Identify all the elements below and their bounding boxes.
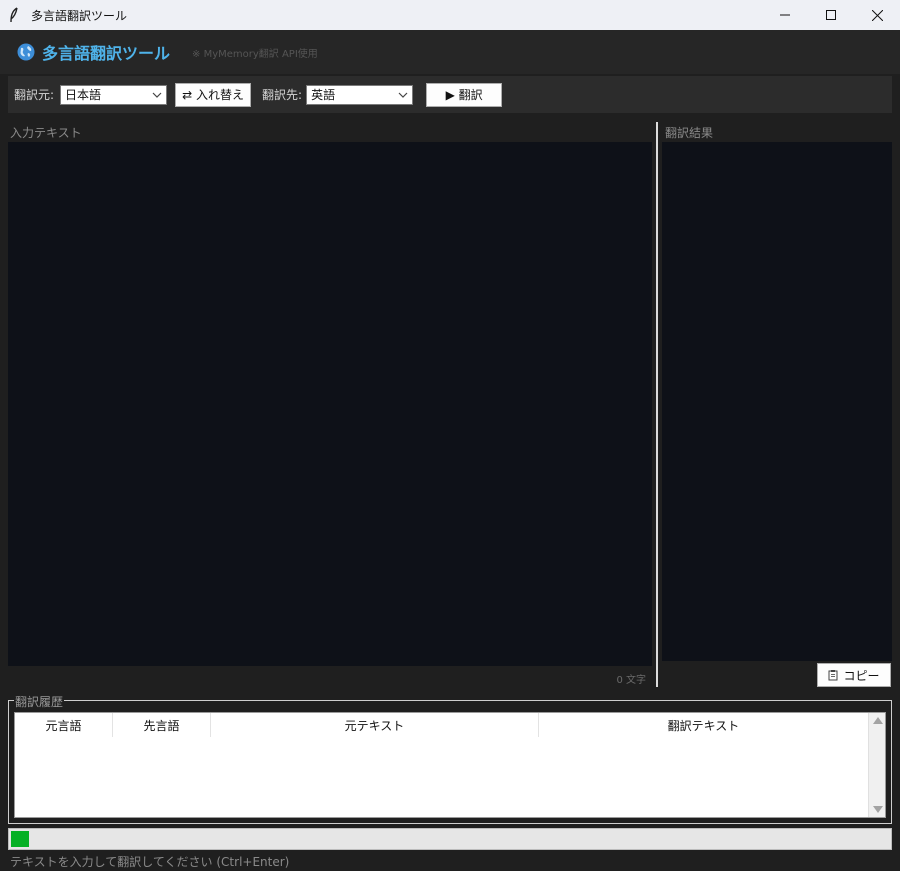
copy-button[interactable]: コピー	[817, 663, 891, 687]
column-translated-text[interactable]: 翻訳テキスト	[539, 713, 869, 737]
column-source-text[interactable]: 元テキスト	[211, 713, 539, 737]
source-language-value: 日本語	[65, 88, 102, 102]
close-icon	[871, 9, 883, 21]
feather-icon	[9, 7, 21, 23]
history-legend: 翻訳履歴	[14, 693, 65, 710]
char-count: 0 文字	[616, 675, 646, 686]
minimize-button[interactable]	[762, 0, 808, 30]
language-toolbar: 翻訳元: 日本語 ⇄ 入れ替え 翻訳先: 英語 ▶ 翻訳	[8, 76, 892, 113]
swap-languages-button[interactable]: ⇄ 入れ替え	[175, 82, 252, 107]
minimize-icon	[780, 14, 790, 16]
maximize-button[interactable]	[808, 0, 854, 30]
translate-button[interactable]: ▶ 翻訳	[426, 82, 503, 107]
status-text: テキストを入力して翻訳してください (Ctrl+Enter)	[10, 855, 290, 869]
chevron-down-icon	[398, 92, 408, 98]
globe-icon	[17, 43, 35, 61]
api-note: ※ MyMemory翻訳 API使用	[192, 48, 318, 60]
column-source-language[interactable]: 元言語	[15, 713, 113, 737]
window-titlebar: 多言語翻訳ツール	[0, 0, 900, 30]
chevron-down-icon	[152, 92, 162, 98]
output-textarea[interactable]	[662, 142, 892, 661]
history-scrollbar[interactable]	[868, 713, 885, 817]
input-text-label: 入力テキスト	[10, 126, 82, 140]
panel-divider[interactable]	[656, 122, 658, 687]
progress-fill	[11, 831, 29, 847]
copy-label: コピー	[843, 668, 880, 683]
source-language-label: 翻訳元:	[14, 88, 55, 102]
clipboard-icon	[828, 670, 838, 681]
scroll-down-icon[interactable]	[873, 806, 883, 813]
scroll-up-icon[interactable]	[873, 717, 883, 724]
app-title: 多言語翻訳ツール	[42, 44, 171, 63]
target-language-select[interactable]: 英語	[306, 84, 414, 105]
source-language-select[interactable]: 日本語	[60, 84, 168, 105]
target-language-value: 英語	[311, 88, 336, 102]
history-table[interactable]: 元言語 先言語 元テキスト 翻訳テキスト	[14, 712, 886, 818]
column-target-language[interactable]: 先言語	[113, 713, 211, 737]
history-table-header: 元言語 先言語 元テキスト 翻訳テキスト	[15, 713, 885, 737]
maximize-icon	[826, 10, 836, 20]
input-textarea[interactable]	[8, 142, 652, 666]
app-header: 多言語翻訳ツール ※ MyMemory翻訳 API使用	[0, 30, 900, 74]
close-button[interactable]	[854, 0, 900, 30]
target-language-label: 翻訳先:	[262, 88, 303, 102]
window-title: 多言語翻訳ツール	[31, 8, 128, 23]
output-text-label: 翻訳結果	[665, 126, 714, 140]
progress-bar	[8, 828, 892, 850]
